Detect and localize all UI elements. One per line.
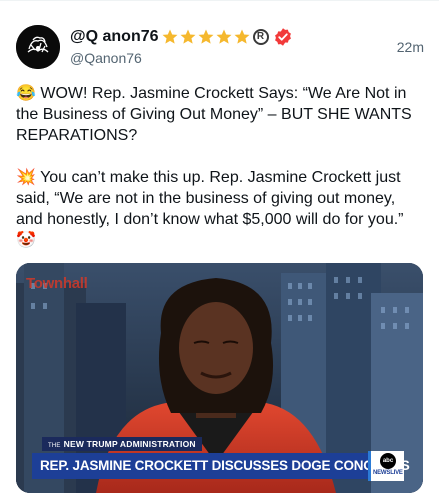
- verified-badge-icon[interactable]: [273, 27, 293, 47]
- banner-top-prefix: THE: [48, 443, 61, 449]
- news-banner-top: THE NEW TRUMP ADMINISTRATION: [42, 437, 202, 451]
- paragraph-2-text: You can’t make this up. Rep. Jasmine Cro…: [16, 169, 404, 228]
- news-live-label: NEWSLIVE: [373, 470, 403, 476]
- user-handle[interactable]: @Qanon76: [70, 50, 142, 66]
- post-video-thumbnail[interactable]: Townhall THE NEW TRUMP ADMINISTRATION REP…: [16, 263, 423, 493]
- townhall-watermark: Townhall: [26, 275, 88, 292]
- abc-logo-circle: abc: [380, 453, 396, 469]
- star-icon: [216, 29, 232, 44]
- star-icon: [162, 29, 178, 44]
- abc-news-live-logo: abc NEWSLIVE: [368, 451, 404, 481]
- registered-mark: R: [252, 29, 269, 45]
- laughing-emoji: 😂: [16, 85, 36, 102]
- star-icon: [234, 29, 250, 44]
- post-text-paragraph-1: 😂 WOW! Rep. Jasmine Crockett Says: “We A…: [16, 83, 426, 146]
- banner-top-text: NEW TRUMP ADMINISTRATION: [63, 439, 196, 449]
- paragraph-1-text: WOW! Rep. Jasmine Crockett Says: “We Are…: [16, 85, 412, 144]
- clown-emoji: 🤡: [16, 232, 36, 249]
- star-icon: [198, 29, 214, 44]
- explosion-emoji: 💥: [16, 169, 36, 186]
- star-icon: [180, 29, 196, 44]
- user-name-row[interactable]: @Q anon76 R: [70, 26, 293, 48]
- display-name[interactable]: @Q anon76: [70, 28, 159, 46]
- divider: [0, 0, 439, 1]
- post-card[interactable]: @Q anon76 R @Qanon76 22m 😂 WOW! Rep. Jas…: [0, 0, 439, 500]
- avatar[interactable]: [16, 25, 60, 69]
- post-text-paragraph-2: 💥 You can’t make this up. Rep. Jasmine C…: [16, 167, 426, 251]
- avatar-image: [16, 25, 60, 69]
- news-banner-main: REP. JASMINE CROCKETT DISCUSSES DOGE CON…: [32, 453, 410, 479]
- post-time[interactable]: 22m: [397, 39, 424, 55]
